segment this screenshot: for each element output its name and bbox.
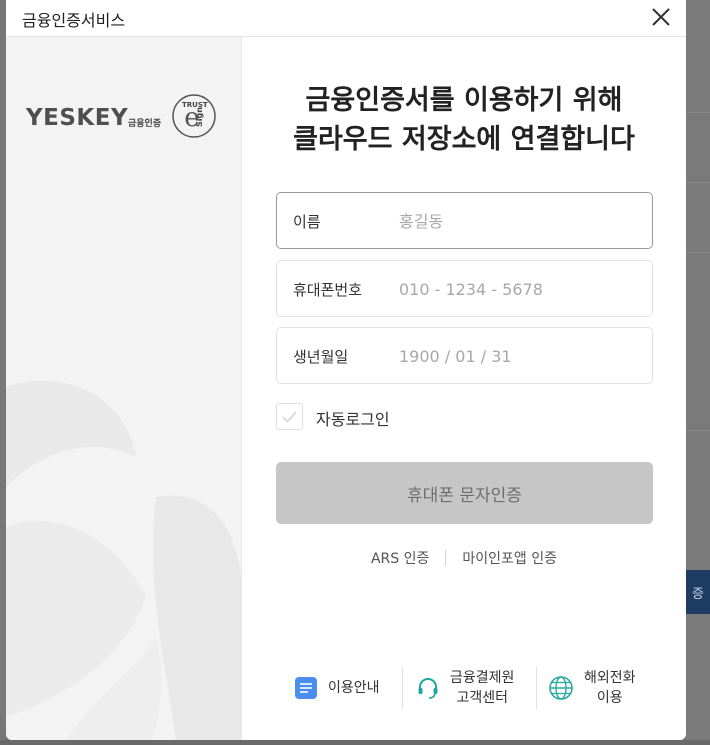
window-title: 금융인증서비스 <box>22 11 126 30</box>
phone-field[interactable]: 휴대폰번호 <box>276 260 653 317</box>
trust-esign-seal: e TRUST Sign <box>171 93 217 143</box>
birthdate-input[interactable] <box>399 343 639 369</box>
globe-icon <box>549 676 573 700</box>
headset-icon <box>418 678 438 699</box>
sms-verify-button[interactable]: 휴대폰 문자인증 <box>276 462 653 524</box>
brand-panel: YESKEY 금융인증 e TRUST Sign <box>6 37 242 740</box>
birthdate-field[interactable]: 생년월일 <box>276 327 653 384</box>
close-icon <box>652 8 670 26</box>
autologin-label: 자동로그인 <box>316 410 390 429</box>
logo-subtitle: 금융인증 <box>128 119 162 129</box>
background-divider <box>686 430 710 431</box>
usage-guide-link[interactable]: 이용안내 <box>294 663 380 713</box>
overseas-call-label: 해외전화 이용 <box>584 668 636 708</box>
ars-auth-link[interactable]: ARS 인증 <box>371 548 429 568</box>
background-button-fragment: 증 <box>686 570 710 614</box>
phone-input[interactable] <box>399 276 639 302</box>
phone-label: 휴대폰번호 <box>293 281 363 299</box>
check-icon <box>282 411 297 423</box>
myinfo-app-auth-link[interactable]: 마이인포앱 인증 <box>462 548 557 568</box>
headline-line-2: 클라우드 저장소에 연결합니다 <box>293 124 635 155</box>
decorative-leaf-graphic <box>6 380 241 740</box>
certificate-dialog: 금융인증서비스 YESKEY 금융인증 e TRUST Sign 금융인증서를 … <box>6 0 686 740</box>
customer-center-link[interactable]: 금융결제원 고객센터 <box>416 663 514 713</box>
footer-divider <box>402 667 403 709</box>
customer-center-line-1: 금융결제원 <box>450 670 515 686</box>
document-icon <box>295 677 317 699</box>
customer-center-label: 금융결제원 고객센터 <box>450 668 514 708</box>
name-label: 이름 <box>293 213 321 231</box>
birthdate-label: 생년월일 <box>293 348 349 366</box>
headline-line-1: 금융인증서를 이용하기 위해 <box>305 85 623 116</box>
background-divider <box>686 112 710 113</box>
alternative-auth-links: ARS 인증 마이인포앱 인증 <box>242 546 686 570</box>
overseas-call-line-1: 해외전화 <box>584 670 636 686</box>
background-divider <box>686 252 710 253</box>
seal-side-text: Sign <box>195 107 204 127</box>
close-button[interactable] <box>646 4 676 32</box>
name-field[interactable]: 이름 <box>276 192 653 249</box>
overseas-call-link[interactable]: 해외전화 이용 <box>548 663 636 713</box>
autologin-checkbox[interactable] <box>276 403 303 430</box>
login-form-panel: 금융인증서를 이용하기 위해 클라우드 저장소에 연결합니다 이름 휴대폰번호 … <box>242 37 686 740</box>
background-button-text: 증 <box>692 586 704 602</box>
page-headline: 금융인증서를 이용하기 위해 클라우드 저장소에 연결합니다 <box>242 81 686 159</box>
background-divider <box>686 182 710 183</box>
name-input[interactable] <box>399 208 639 234</box>
logo-wordmark: YESKEY <box>26 105 129 131</box>
customer-center-line-2: 고객센터 <box>456 690 508 706</box>
dialog-titlebar: 금융인증서비스 <box>6 0 686 37</box>
help-footer: 이용안내 금융결제원 고객센터 해외전화 이용 <box>282 663 662 713</box>
link-divider <box>445 550 447 566</box>
usage-guide-label: 이용안내 <box>328 680 380 696</box>
yeskey-logo: YESKEY 금융인증 e TRUST Sign <box>26 93 226 143</box>
overseas-call-line-2: 이용 <box>596 690 623 706</box>
footer-divider <box>536 667 537 709</box>
background-page-bottom <box>0 740 710 745</box>
